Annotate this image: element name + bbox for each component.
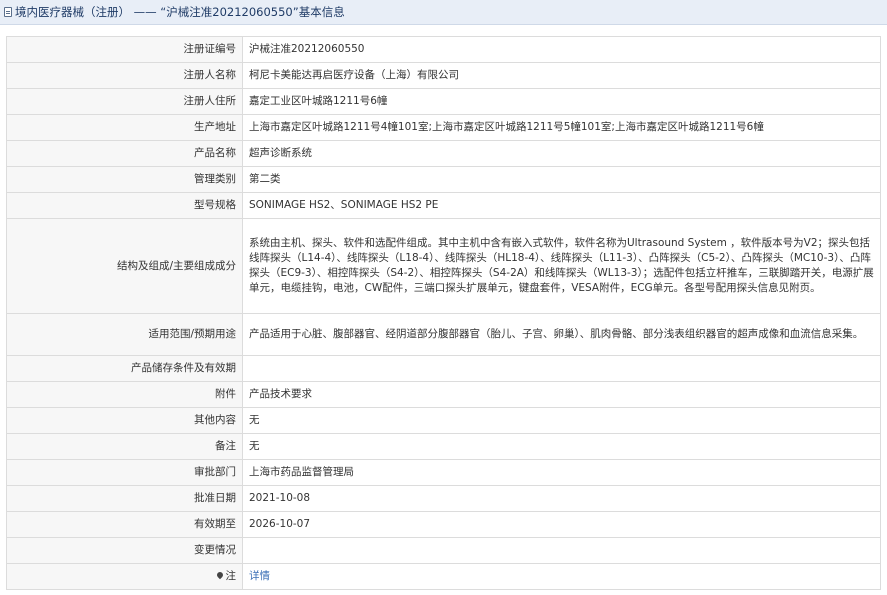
row-value: 上海市药品监督管理局 (242, 459, 881, 486)
row-label: 型号规格 (6, 192, 243, 219)
row-label: 审批部门 (6, 459, 243, 486)
row-label: 备注 (6, 433, 243, 460)
row-label: 产品名称 (6, 140, 243, 167)
table-row: 产品名称 超声诊断系统 (6, 140, 881, 167)
row-label: 管理类别 (6, 166, 243, 193)
row-value: 第二类 (242, 166, 881, 193)
note-value-cell: 详情 (242, 563, 881, 590)
page-title: 境内医疗器械（注册） —— “沪械注准20212060550”基本信息 (15, 5, 345, 19)
row-label: 适用范围/预期用途 (6, 313, 243, 356)
row-value: 沪械注准20212060550 (242, 36, 881, 63)
row-value: 产品适用于心脏、腹部器官、经阴道部分腹部器官（胎儿、子宫、卵巢）、肌肉骨骼、部分… (242, 313, 881, 356)
table-row: 注册人名称 柯尼卡美能达再启医疗设备（上海）有限公司 (6, 62, 881, 89)
table-row: 其他内容 无 (6, 407, 881, 434)
row-label: 结构及组成/主要组成成分 (6, 218, 243, 314)
row-value: 嘉定工业区叶城路1211号6幢 (242, 88, 881, 115)
table-row: 注册人住所 嘉定工业区叶城路1211号6幢 (6, 88, 881, 115)
row-label: 变更情况 (6, 537, 243, 564)
document-icon (4, 7, 12, 17)
row-label: 注册人住所 (6, 88, 243, 115)
table-row: 产品储存条件及有效期 (6, 355, 881, 382)
note-label-cell: 注 (6, 563, 243, 590)
table-row: 批准日期 2021-10-08 (6, 485, 881, 512)
row-value: 上海市嘉定区叶城路1211号4幢101室;上海市嘉定区叶城路1211号5幢101… (242, 114, 881, 141)
row-label: 产品储存条件及有效期 (6, 355, 243, 382)
note-row: 注 详情 (6, 563, 881, 590)
table-row: 有效期至 2026-10-07 (6, 511, 881, 538)
row-value: 产品技术要求 (242, 381, 881, 408)
note-label: 注 (225, 570, 237, 582)
row-value: 无 (242, 407, 881, 434)
row-value: SONIMAGE HS2、SONIMAGE HS2 PE (242, 192, 881, 219)
row-label: 附件 (6, 381, 243, 408)
table-row: 生产地址 上海市嘉定区叶城路1211号4幢101室;上海市嘉定区叶城路1211号… (6, 114, 881, 141)
page-title-bar: 境内医疗器械（注册） —— “沪械注准20212060550”基本信息 (0, 0, 887, 25)
row-value (242, 537, 881, 564)
table-row: 结构及组成/主要组成成分 系统由主机、探头、软件和选配件组成。其中主机中含有嵌入… (6, 218, 881, 314)
row-value: 柯尼卡美能达再启医疗设备（上海）有限公司 (242, 62, 881, 89)
table-row: 备注 无 (6, 433, 881, 460)
row-value: 2026-10-07 (242, 511, 881, 538)
row-label: 批准日期 (6, 485, 243, 512)
registration-info-table: 注册证编号 沪械注准20212060550 注册人名称 柯尼卡美能达再启医疗设备… (6, 36, 881, 590)
table-row: 审批部门 上海市药品监督管理局 (6, 459, 881, 486)
row-value: 2021-10-08 (242, 485, 881, 512)
row-value (242, 355, 881, 382)
table-row: 型号规格 SONIMAGE HS2、SONIMAGE HS2 PE (6, 192, 881, 219)
table-row: 附件 产品技术要求 (6, 381, 881, 408)
table-row: 注册证编号 沪械注准20212060550 (6, 36, 881, 63)
row-value: 超声诊断系统 (242, 140, 881, 167)
row-label: 有效期至 (6, 511, 243, 538)
details-link[interactable]: 详情 (249, 570, 270, 582)
row-value: 系统由主机、探头、软件和选配件组成。其中主机中含有嵌入式软件，软件名称为Ultr… (242, 218, 881, 314)
row-value: 无 (242, 433, 881, 460)
row-label: 注册证编号 (6, 36, 243, 63)
table-row: 变更情况 (6, 537, 881, 564)
table-row: 适用范围/预期用途 产品适用于心脏、腹部器官、经阴道部分腹部器官（胎儿、子宫、卵… (6, 313, 881, 356)
row-label: 生产地址 (6, 114, 243, 141)
map-pin-icon (215, 570, 224, 580)
table-row: 管理类别 第二类 (6, 166, 881, 193)
row-label: 注册人名称 (6, 62, 243, 89)
row-label: 其他内容 (6, 407, 243, 434)
